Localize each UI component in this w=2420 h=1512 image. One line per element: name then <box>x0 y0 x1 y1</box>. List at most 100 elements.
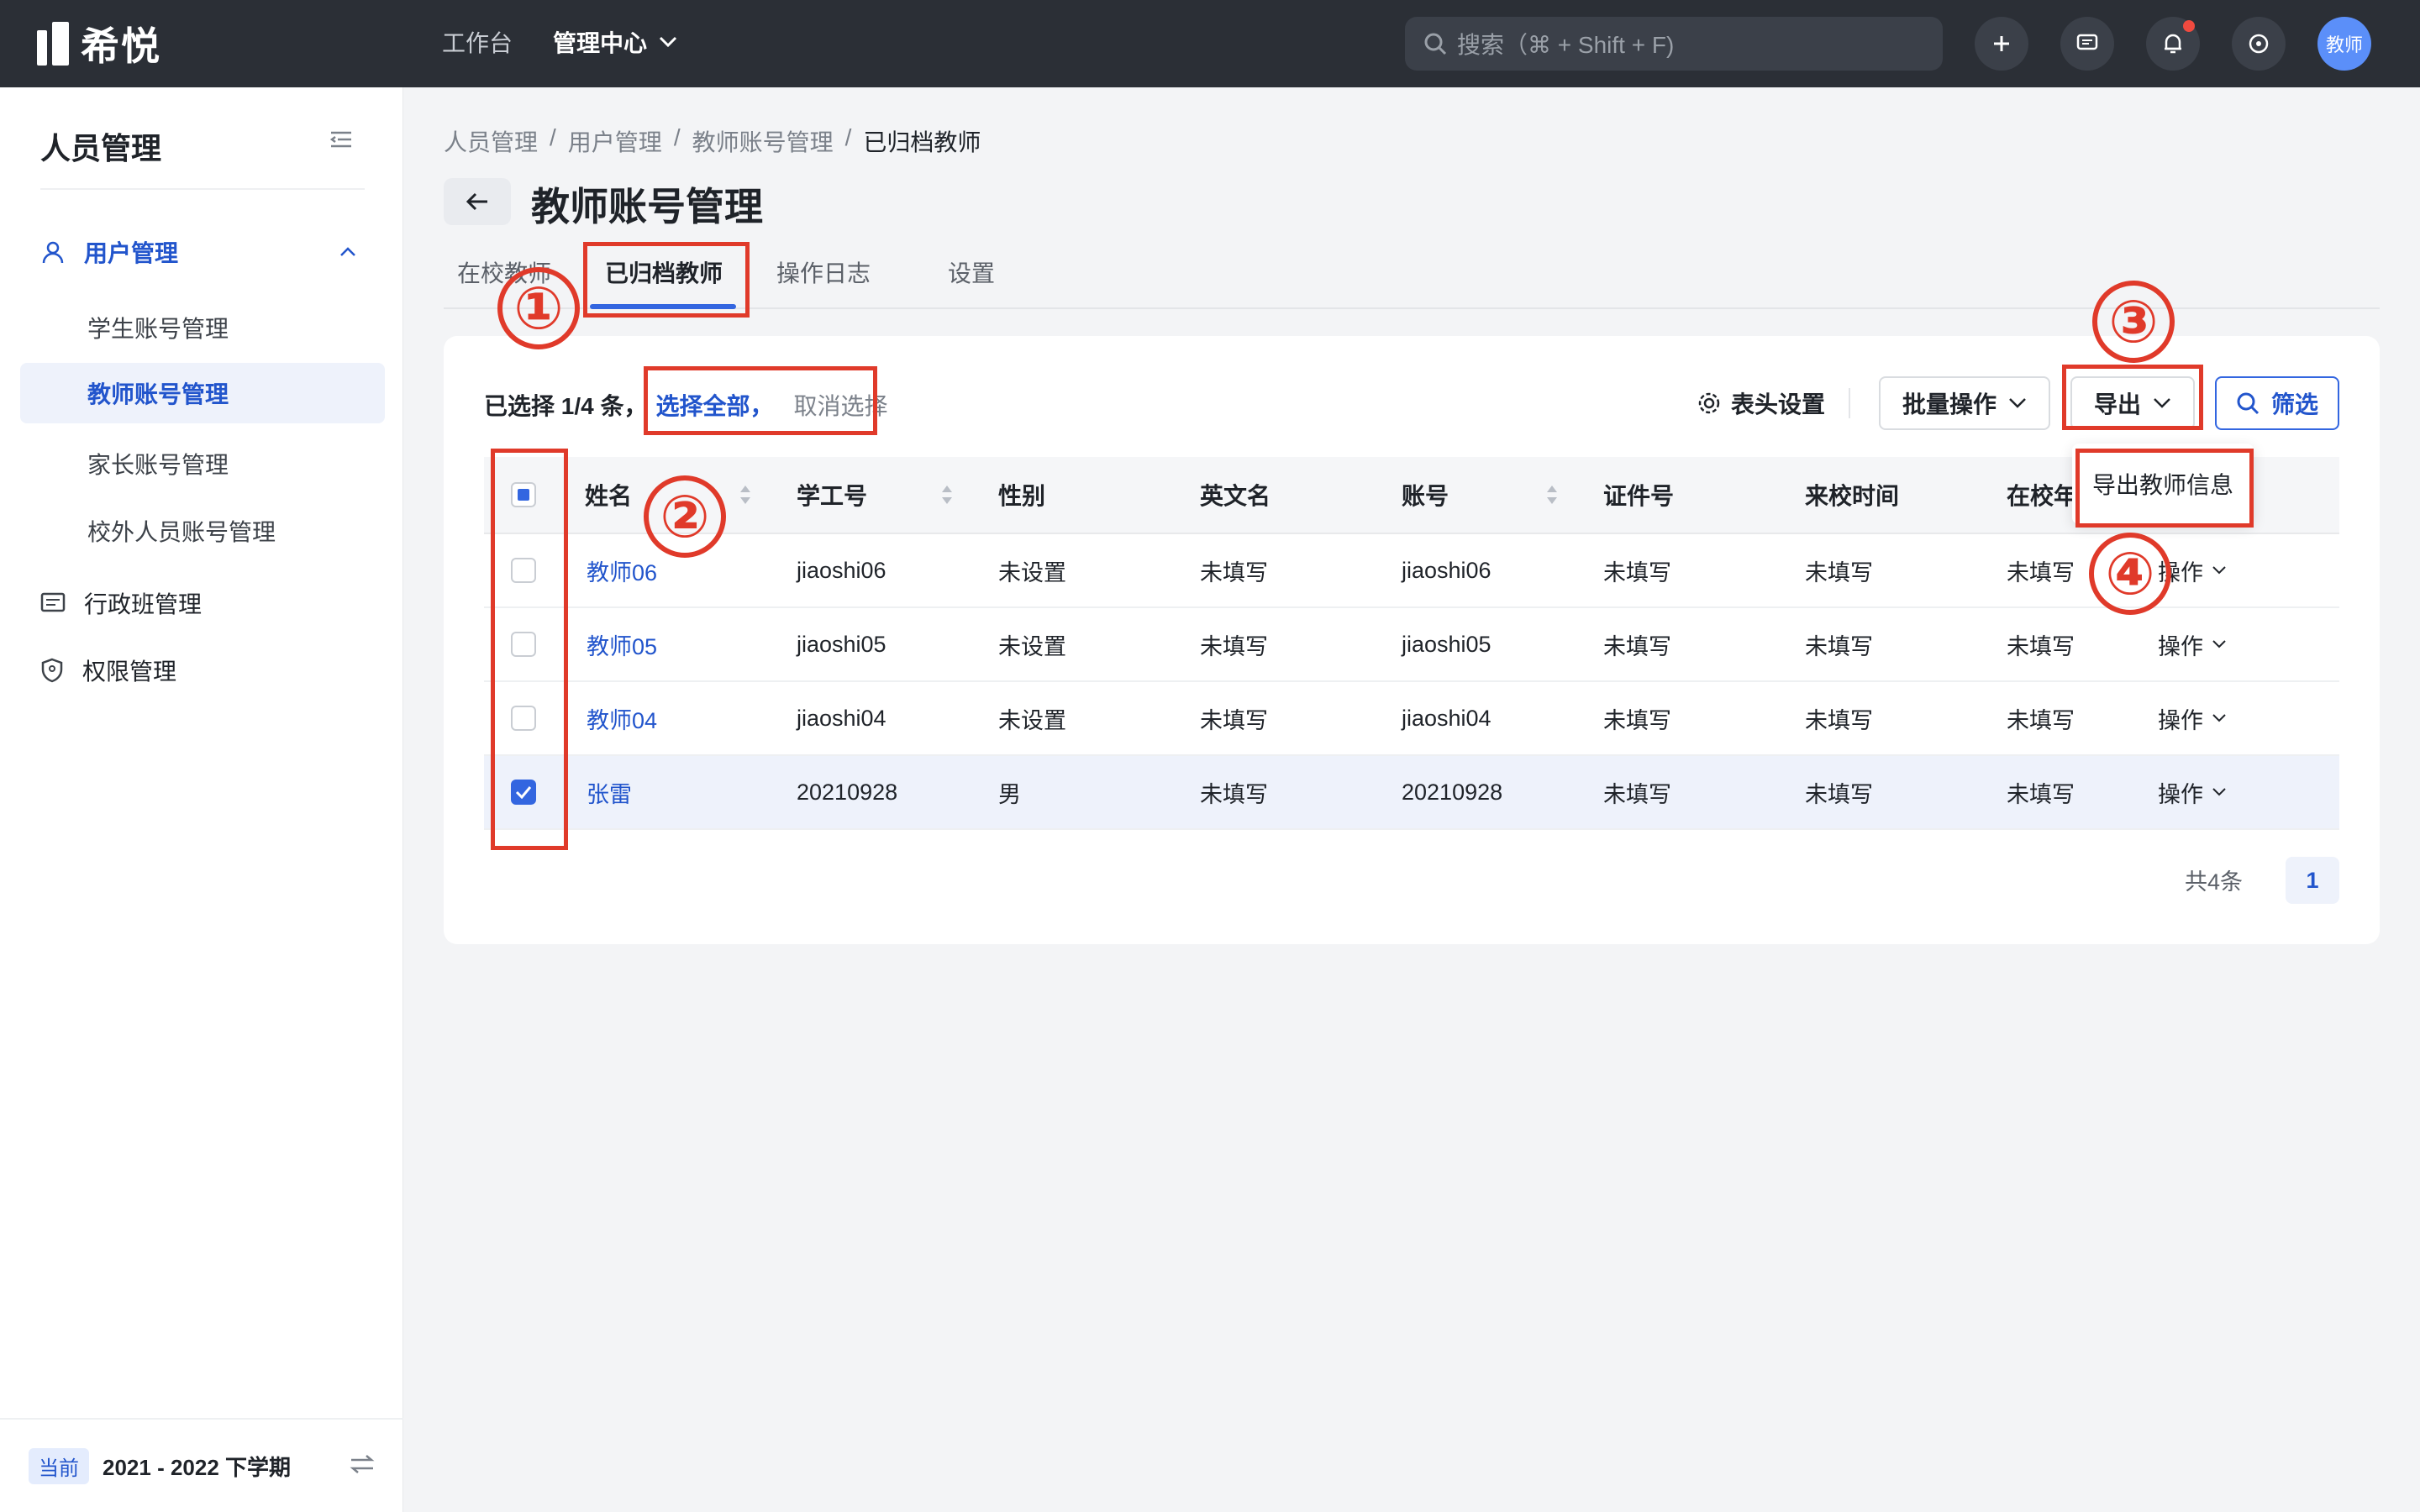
plus-icon <box>1994 36 2009 51</box>
sidebar-group-user-management[interactable]: 用户管理 <box>40 235 365 269</box>
export-teacher-info-item[interactable]: 导出教师信息 <box>2092 467 2233 501</box>
settings-button[interactable] <box>2232 17 2286 71</box>
table-row[interactable]: 教师06 jiaoshi06 未设置 未填写 jiaoshi06 未填写 未填写… <box>484 534 2339 608</box>
add-button[interactable] <box>1975 17 2028 71</box>
header-settings-button[interactable]: 表头设置 <box>1697 386 1825 420</box>
row-name-link[interactable]: 教师06 <box>587 554 657 587</box>
tab-settings[interactable]: 设置 <box>948 255 995 289</box>
operations-label: 操作 <box>2158 781 2203 807</box>
breadcrumb-item[interactable]: 教师账号管理 <box>692 124 834 158</box>
breadcrumb-separator: / <box>844 124 852 150</box>
nav-admin-center[interactable]: 管理中心 <box>553 25 677 59</box>
user-icon <box>42 241 64 264</box>
bell-icon <box>2165 34 2181 54</box>
message-button[interactable] <box>2060 17 2114 71</box>
sort-icon[interactable] <box>1546 485 1558 505</box>
sidebar-title: 人员管理 <box>40 131 162 165</box>
row-join-date: 未填写 <box>1805 633 1873 659</box>
export-button[interactable]: 导出 <box>2070 376 2195 430</box>
swap-icon[interactable] <box>350 1453 375 1475</box>
chevron-down-icon <box>2212 566 2226 575</box>
row-name-link[interactable]: 教师05 <box>587 628 657 661</box>
row-name-link[interactable]: 教师04 <box>587 702 657 735</box>
batch-operation-button[interactable]: 批量操作 <box>1879 376 2050 430</box>
export-dropdown-menu: 导出教师信息 <box>2072 444 2254 524</box>
row-operations-menu[interactable]: 操作 <box>2158 628 2227 661</box>
app-logo[interactable]: 希悦 <box>37 20 161 68</box>
row-checkbox[interactable] <box>511 558 536 583</box>
breadcrumb-item[interactable]: 用户管理 <box>568 124 662 158</box>
row-operations-menu[interactable]: 操作 <box>2158 702 2227 735</box>
annotation-number-1: ① <box>497 267 580 349</box>
back-button[interactable] <box>444 178 511 225</box>
sidebar: 人员管理 用户管理 学生账号管理 教师账号管理 家长账号管理 校外人员账号管理 … <box>0 87 403 1512</box>
top-icons: 教师 <box>1975 17 2371 71</box>
row-years: 未填写 <box>2007 707 2075 733</box>
row-certificate: 未填写 <box>1603 707 1671 733</box>
search-icon <box>1424 33 1447 55</box>
row-checkbox[interactable] <box>511 706 536 731</box>
table-row[interactable]: 张雷 20210928 男 未填写 20210928 未填写 未填写 未填写 操… <box>484 756 2339 830</box>
operations-label: 操作 <box>2158 633 2203 659</box>
tab-archived-teachers[interactable]: 已归档教师 <box>605 255 723 289</box>
sidebar-item-permissions[interactable]: 权限管理 <box>40 654 176 687</box>
tab-operation-log[interactable]: 操作日志 <box>776 255 871 289</box>
select-all-checkbox[interactable] <box>511 482 536 507</box>
sidebar-item-teacher-accounts[interactable]: 教师账号管理 <box>20 363 385 423</box>
breadcrumb-separator: / <box>673 124 681 150</box>
arrow-left-icon <box>466 192 487 211</box>
deselect-link[interactable]: 取消选择 <box>794 388 888 422</box>
sidebar-group-label: 用户管理 <box>84 240 179 266</box>
row-join-date: 未填写 <box>1805 707 1873 733</box>
toolbar-divider <box>1849 388 1850 418</box>
filter-button[interactable]: 筛选 <box>2215 376 2339 430</box>
breadcrumb-item[interactable]: 人员管理 <box>444 124 538 158</box>
row-english-name: 未填写 <box>1200 633 1268 659</box>
export-label: 导出 <box>2093 391 2141 417</box>
avatar[interactable]: 教师 <box>2317 17 2371 71</box>
row-staff-id: jiaoshi05 <box>797 631 886 657</box>
row-checkbox[interactable] <box>511 632 536 657</box>
sidebar-item-admin-class[interactable]: 行政班管理 <box>40 586 202 620</box>
row-operations-menu[interactable]: 操作 <box>2158 776 2227 809</box>
row-join-date: 未填写 <box>1805 781 1873 807</box>
row-gender: 未设置 <box>998 707 1066 733</box>
sort-icon[interactable] <box>941 485 953 505</box>
row-gender: 未设置 <box>998 633 1066 659</box>
header-name[interactable]: 姓名 <box>585 478 632 512</box>
chevron-down-icon <box>2212 788 2226 796</box>
list-icon <box>40 592 66 612</box>
table-row[interactable]: 教师05 jiaoshi05 未设置 未填写 jiaoshi05 未填写 未填写… <box>484 608 2339 682</box>
row-certificate: 未填写 <box>1603 633 1671 659</box>
nav-workbench[interactable]: 工作台 <box>442 25 513 59</box>
row-name-link[interactable]: 张雷 <box>587 776 632 809</box>
pagination-page-1[interactable]: 1 <box>2286 857 2339 904</box>
breadcrumb-separator: / <box>550 124 556 150</box>
term-selector[interactable]: 当前 2021 - 2022 下学期 <box>0 1418 403 1512</box>
collapse-sidebar-icon[interactable] <box>329 129 353 154</box>
row-checkbox[interactable] <box>511 780 536 805</box>
chevron-down-icon <box>2154 398 2170 408</box>
batch-label: 批量操作 <box>1902 391 1996 417</box>
row-certificate: 未填写 <box>1603 559 1671 585</box>
row-account: jiaoshi06 <box>1402 557 1491 583</box>
sidebar-item-label: 行政班管理 <box>84 591 203 617</box>
table-row[interactable]: 教师04 jiaoshi04 未设置 未填写 jiaoshi04 未填写 未填写… <box>484 682 2339 756</box>
sidebar-item-student-accounts[interactable]: 学生账号管理 <box>87 311 229 344</box>
sidebar-item-label: 权限管理 <box>82 659 177 685</box>
sidebar-item-external-accounts[interactable]: 校外人员账号管理 <box>87 514 276 548</box>
search-icon <box>2237 392 2260 415</box>
search-input[interactable]: 搜索（⌘ + Shift + F) <box>1405 17 1943 71</box>
header-account[interactable]: 账号 <box>1402 478 1449 512</box>
notification-button[interactable] <box>2146 17 2200 71</box>
select-all-link[interactable]: 选择全部， <box>655 388 773 422</box>
compass-icon <box>2249 34 2269 54</box>
current-term-label: 2021 - 2022 下学期 <box>103 1454 292 1480</box>
teacher-table: 姓名 学工号 性别 英文名 账号 证件号 来校时间 在校年 教师06 jiaos… <box>484 457 2339 830</box>
sort-icon[interactable] <box>739 485 751 505</box>
row-account: jiaoshi04 <box>1402 705 1491 731</box>
sidebar-item-parent-accounts[interactable]: 家长账号管理 <box>87 447 229 480</box>
header-staff-id[interactable]: 学工号 <box>797 478 867 512</box>
row-years: 未填写 <box>2007 633 2075 659</box>
row-staff-id: jiaoshi06 <box>797 557 886 583</box>
